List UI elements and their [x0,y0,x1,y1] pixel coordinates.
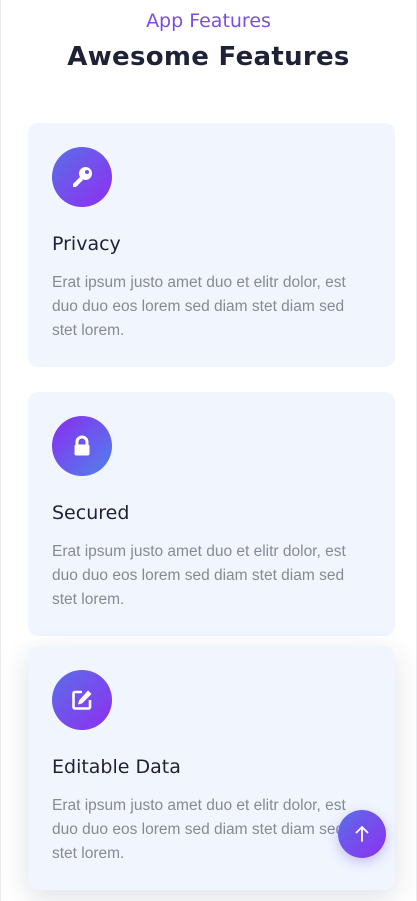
feature-title: Privacy [52,233,121,255]
section-eyebrow: App Features [146,10,271,32]
key-icon [52,147,112,207]
feature-description: Erat ipsum justo amet duo et elitr dolor… [52,274,346,339]
feature-title: Secured [52,502,130,524]
scroll-to-top-button[interactable] [338,810,386,858]
arrow-up-icon [355,826,369,842]
feature-card-editable-data: Editable Data Erat ipsum justo amet duo … [28,646,395,890]
page: App Features Awesome Features Privacy Er… [0,0,417,901]
feature-card-privacy: Privacy Erat ipsum justo amet duo et eli… [28,123,395,367]
feature-description: Erat ipsum justo amet duo et elitr dolor… [52,797,346,862]
feature-title: Editable Data [52,756,181,778]
feature-card-secured: Secured Erat ipsum justo amet duo et eli… [28,392,395,636]
edit-icon [52,670,112,730]
section-title: Awesome Features [67,42,350,72]
lock-icon [52,416,112,476]
feature-description: Erat ipsum justo amet duo et elitr dolor… [52,543,346,608]
